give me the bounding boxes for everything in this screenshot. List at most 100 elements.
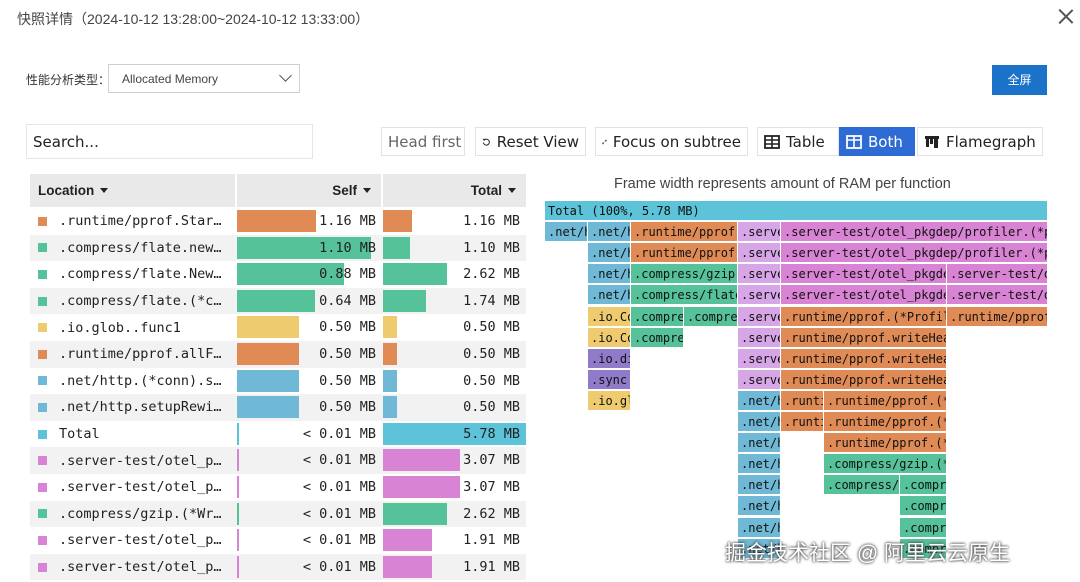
location-label: .net/http.(*conn).s… (59, 372, 222, 389)
close-icon[interactable] (1055, 6, 1077, 28)
flamegraph-frame[interactable]: .net/h (588, 285, 631, 306)
flamegraph-frame[interactable]: .compre (900, 496, 947, 517)
flamegraph-frame[interactable]: .compre (631, 327, 684, 348)
flamegraph[interactable]: Total (100%, 5.78 MB) .net/h .net/h .runtim… (545, 201, 1048, 559)
flamegraph-frame[interactable]: .serve (738, 369, 781, 390)
flamegraph-frame[interactable]: .net/h (738, 433, 781, 454)
flamegraph-frame[interactable]: .server-test/ot (947, 264, 1048, 285)
table-row[interactable]: .compress/gzip.(*Wr… < 0.01 MB 2.62 MB (30, 500, 526, 528)
flamegraph-frame[interactable]: .runtime/pprof.writeHeapI (781, 348, 947, 369)
flamegraph-frame[interactable]: .net/h (588, 264, 631, 285)
profile-type-select[interactable]: Allocated Memory (108, 64, 300, 93)
color-swatch (38, 456, 47, 466)
flamegraph-frame[interactable]: .compre (900, 475, 947, 496)
flamegraph-frame[interactable]: .serve (738, 264, 781, 285)
flamegraph-frame[interactable]: Total (100%, 5.78 MB) (545, 201, 1048, 221)
table-row[interactable]: .net/http.(*conn).s… 0.50 MB 0.50 MB (30, 368, 526, 395)
flamegraph-frame[interactable]: .net/h (738, 454, 781, 475)
flamegraph-frame[interactable]: .runti (781, 390, 824, 411)
flamegraph-frame[interactable]: .server-test/ot (947, 285, 1048, 306)
total-column-header[interactable]: Total (383, 174, 526, 207)
flamegraph-frame[interactable]: .runtime/pprof.(*Profile) (781, 306, 947, 327)
color-swatch (38, 243, 47, 253)
flamegraph-frame[interactable]: .net/h (588, 222, 631, 243)
flamegraph-frame[interactable]: .net/h (738, 517, 781, 538)
table-row[interactable]: .io.glob..func1 0.50 MB 0.50 MB (30, 314, 526, 341)
table-view-button[interactable]: Table (757, 127, 839, 156)
flamegraph-frame[interactable]: .compres (684, 306, 738, 327)
dialog-title: 快照详情（2024-10-12 13:28:00~2024-10-12 13:3… (17, 11, 370, 27)
flamegraph-frame[interactable]: .io.Co (588, 306, 631, 327)
total-bar (383, 369, 398, 392)
color-swatch (38, 296, 47, 306)
flamegraph-frame[interactable]: .serve (738, 285, 781, 306)
flamegraph-frame[interactable]: .runtime/pprof.(*p (824, 390, 947, 411)
head-first-label: Head first (388, 132, 462, 151)
flamegraph-frame[interactable]: .sync. (588, 369, 631, 390)
flamegraph-frame[interactable]: .serve (738, 222, 781, 243)
table-row[interactable]: .server-test/otel_p… < 0.01 MB 3.07 MB (30, 447, 526, 474)
location-cell: .server-test/otel_p… (30, 474, 236, 501)
flamegraph-frame[interactable]: .serve (738, 327, 781, 348)
flamegraph-frame[interactable]: .server-test/otel_pkgdep/ (781, 264, 947, 285)
flamegraph-frame[interactable]: .compress/gzip. (631, 264, 738, 285)
location-label: .runtime/pprof.allF… (59, 346, 222, 363)
table-row[interactable]: .runtime/pprof.Star… 1.16 MB 1.16 MB (30, 208, 526, 235)
flamegraph-frame[interactable]: .serve (738, 348, 781, 369)
fullscreen-button[interactable]: 全屏 (992, 65, 1047, 95)
flamegraph-frame[interactable]: .compress/gzip.(*W (824, 454, 947, 475)
flamegraph-frame[interactable]: .compress/f (824, 475, 900, 496)
flamegraph-frame[interactable]: .io.gl (588, 390, 631, 411)
self-cell: 0.64 MB (237, 288, 382, 315)
flamegraph-frame[interactable]: .compress/flate (631, 285, 738, 306)
flamegraph-frame[interactable]: .net/h (738, 412, 781, 432)
flamegraph-frame[interactable]: .runtime/pprof.(*p (824, 433, 947, 454)
flamegraph-frame[interactable]: .runtime/pprof.writeHeap (781, 327, 947, 348)
table-row[interactable]: .server-test/otel_p… < 0.01 MB 1.91 MB (30, 527, 526, 554)
total-cell: 3.07 MB (383, 447, 526, 474)
table-row[interactable]: .compress/flate.(*c… 0.64 MB 1.74 MB (30, 287, 526, 315)
flamegraph-frame[interactable]: .serve (738, 306, 781, 327)
table-row[interactable]: Total < 0.01 MB 5.78 MB (30, 421, 526, 448)
table-row[interactable]: .server-test/otel_p… < 0.01 MB 1.91 MB (30, 553, 526, 581)
self-value: < 0.01 MB (302, 532, 376, 549)
flamegraph-frame[interactable]: .compre (631, 306, 684, 327)
table-row[interactable]: .net/http.setupRewi… 0.50 MB 0.50 MB (30, 394, 526, 421)
self-bar (237, 210, 316, 232)
focus-subtree-button[interactable]: Focus on subtree (595, 127, 748, 156)
flamegraph-frame[interactable]: .net/h (588, 243, 631, 264)
search-input[interactable] (26, 124, 313, 159)
flamegraph-frame[interactable]: .net/h (738, 475, 781, 496)
flamegraph-frame[interactable]: .runtime/pprof.writeHeapP (781, 369, 947, 390)
flamegraph-frame[interactable]: .runtime/pprof. (631, 243, 738, 264)
table-row[interactable]: .compress/flate.New… 0.88 MB 2.62 MB (30, 261, 526, 288)
total-value: 3.07 MB (463, 452, 520, 469)
flamegraph-frame[interactable]: .runtime/pprof.p (631, 222, 738, 243)
flamegraph-frame[interactable]: .server-test/otel_pkgdep/profiler.(*prof (781, 243, 1048, 264)
flamegraph-view-button[interactable]: Flamegraph (917, 127, 1043, 156)
total-cell: 0.50 MB (383, 314, 526, 341)
flamegraph-frame[interactable]: .runtime/pprof.(*p (824, 412, 947, 432)
reset-view-button[interactable]: Reset View (475, 127, 586, 156)
self-bar (237, 369, 300, 392)
flamegraph-frame[interactable]: .compre (900, 517, 947, 538)
flamegraph-frame[interactable]: .server-test/otel_pkgdep/profiler.(*prof (781, 222, 1048, 243)
flamegraph-frame[interactable]: .io.Co (588, 327, 631, 348)
self-value: < 0.01 MB (302, 505, 376, 522)
flamegraph-frame[interactable]: .io.di (588, 348, 631, 369)
flamegraph-frame[interactable]: .runti (781, 412, 824, 432)
location-column-header[interactable]: Location (30, 174, 235, 207)
flamegraph-frame[interactable]: .serve (738, 243, 781, 264)
head-first-button[interactable]: Head first (381, 127, 465, 156)
table-row[interactable]: .server-test/otel_p… < 0.01 MB 3.07 MB (30, 474, 526, 501)
flamegraph-frame[interactable]: .runtime/pprof. (947, 306, 1048, 327)
table-row[interactable]: .runtime/pprof.allF… 0.50 MB 0.50 MB (30, 341, 526, 368)
self-column-header[interactable]: Self (237, 174, 381, 207)
flamegraph-frame[interactable]: .net/h (738, 496, 781, 517)
flamegraph-frame[interactable]: .server-test/otel_pkgdep/ (781, 285, 947, 306)
both-view-button[interactable]: Both (839, 127, 915, 156)
flamegraph-frame[interactable]: .net/h (545, 222, 588, 243)
total-cell: 5.78 MB (383, 421, 526, 448)
flamegraph-frame[interactable]: .net/h (738, 390, 781, 411)
table-row[interactable]: .compress/flate.new… 1.10 MB 1.10 MB (30, 234, 526, 262)
